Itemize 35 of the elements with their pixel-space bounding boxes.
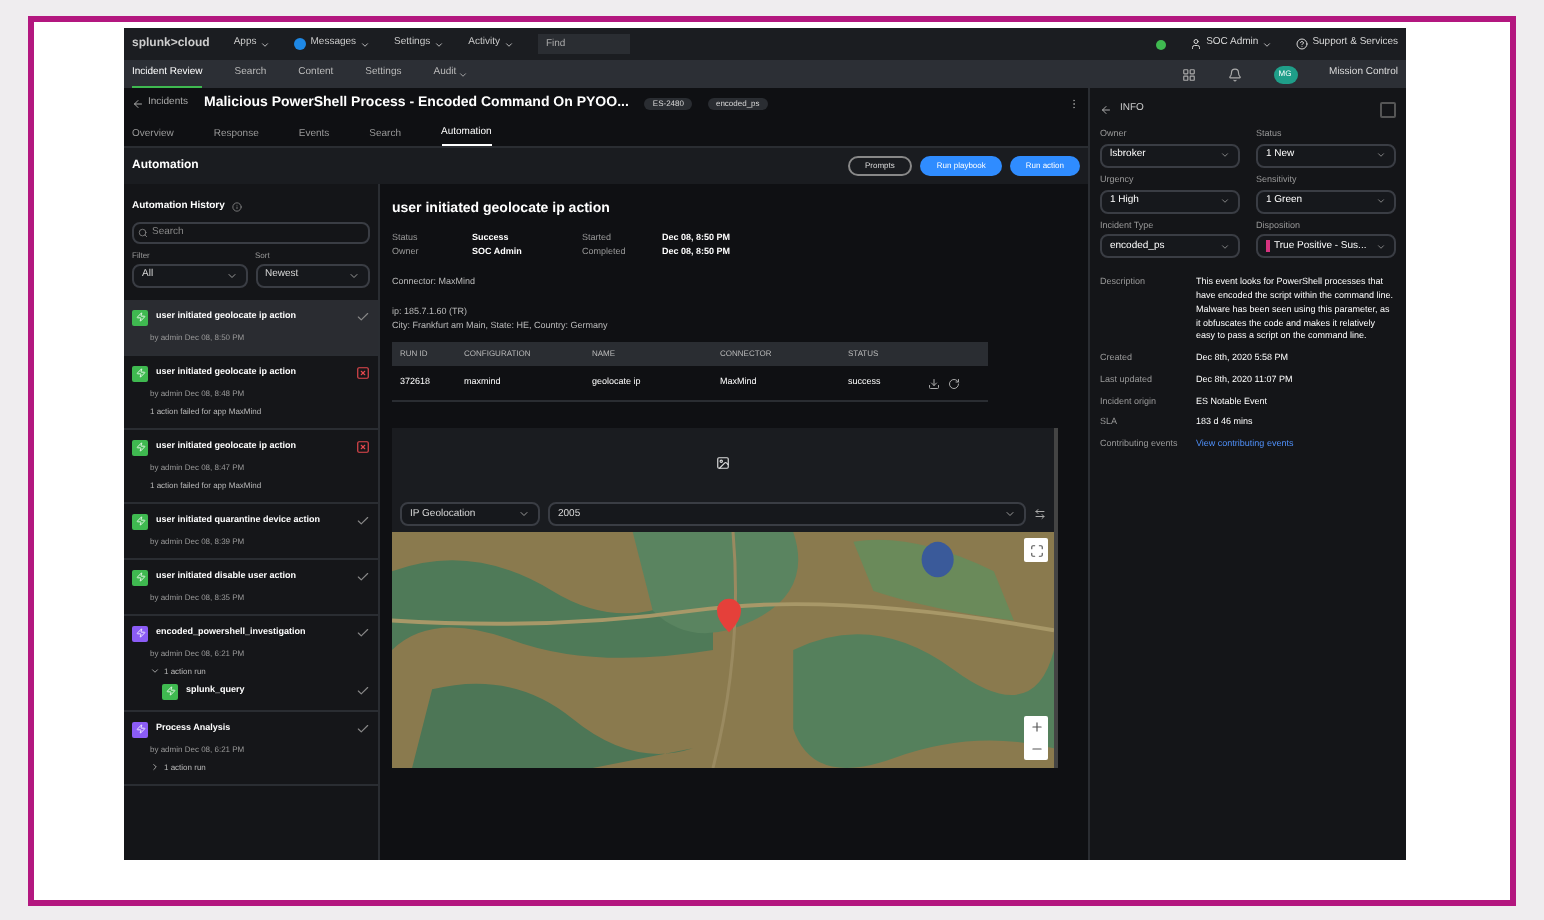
caret-icon	[1376, 196, 1386, 206]
caret-icon	[503, 39, 514, 49]
caret-icon	[360, 39, 371, 49]
swap-icon[interactable]	[1034, 508, 1046, 521]
info-icon	[232, 202, 243, 213]
caret-icon	[260, 39, 271, 49]
caret-icon	[225, 269, 237, 281]
bell-icon[interactable]	[1227, 67, 1242, 81]
search-icon	[138, 227, 148, 237]
fullscreen-icon	[1029, 543, 1043, 558]
caret-icon	[518, 508, 530, 521]
caret-icon	[1376, 241, 1386, 252]
caret-icon	[1220, 150, 1230, 161]
rerun-icon[interactable]	[948, 377, 960, 390]
caret-icon	[1004, 508, 1016, 521]
caret-icon	[1220, 241, 1230, 252]
caret-icon	[458, 69, 469, 79]
help-icon	[1296, 38, 1309, 50]
expanded-chevron-icon[interactable]	[150, 666, 160, 676]
back-icon[interactable]	[132, 98, 144, 110]
caret-icon	[1220, 196, 1230, 206]
user-icon	[1190, 38, 1203, 50]
collapsed-chevron-icon[interactable]	[150, 762, 160, 772]
caret-icon	[1262, 39, 1273, 49]
image-icon	[716, 455, 730, 470]
zoom-in-icon[interactable]	[1029, 720, 1043, 735]
caret-icon	[348, 269, 360, 281]
collapse-icon[interactable]	[1380, 102, 1396, 118]
caret-icon	[434, 39, 445, 49]
fullscreen-button[interactable]	[1024, 538, 1048, 563]
back-icon[interactable]	[1100, 104, 1112, 116]
apps-icon[interactable]	[1181, 67, 1196, 81]
download-icon[interactable]	[928, 377, 940, 390]
message-icon	[294, 38, 307, 50]
caret-icon	[1376, 150, 1386, 161]
